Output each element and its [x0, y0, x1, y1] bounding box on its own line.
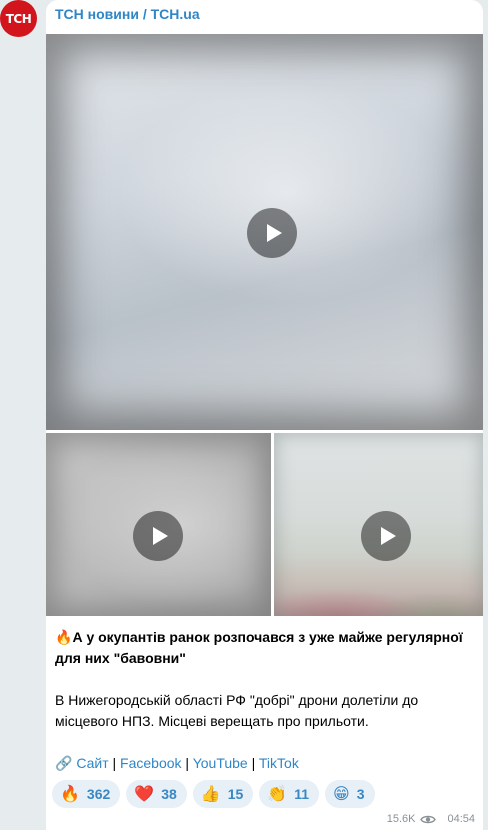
play-button[interactable] [247, 208, 297, 258]
reaction-fire[interactable]: 🔥 362 [52, 780, 121, 808]
post-headline-text: А у окупантів ранок розпочався з уже май… [55, 629, 463, 666]
link-separator: | [185, 755, 190, 771]
reactions-bar: 🔥 362 ❤️ 38 👍 15 👏 11 😁 3 [52, 780, 375, 808]
channel-name[interactable]: ТСН новини / TCH.ua [55, 6, 200, 22]
reaction-count: 11 [294, 786, 310, 802]
grin-icon: 😁 [333, 784, 350, 803]
fire-emoji-icon: 🔥 [55, 629, 73, 645]
video-thumbnail-left[interactable] [46, 433, 271, 616]
video-thumbnail-right[interactable] [274, 433, 483, 616]
fire-icon: 🔥 [60, 784, 80, 803]
channel-avatar[interactable]: TCH [0, 0, 37, 37]
eye-icon [420, 815, 437, 823]
heart-icon: ❤️ [134, 784, 155, 803]
clap-icon: 👏 [267, 784, 288, 803]
play-button[interactable] [361, 511, 411, 561]
message-bubble: ТСН новини / TCH.ua 🔥А у окупантів ранок… [46, 0, 483, 830]
reaction-clap[interactable]: 👏 11 [259, 780, 320, 808]
link-facebook[interactable]: Facebook [120, 755, 181, 771]
post-headline: 🔥А у окупантів ранок розпочався з уже ма… [55, 627, 470, 669]
reaction-count: 38 [161, 786, 177, 802]
reaction-count: 3 [356, 786, 365, 802]
link-tiktok[interactable]: TikTok [259, 755, 299, 771]
reaction-thumbs-up[interactable]: 👍 15 [192, 780, 254, 808]
post-time: 04:54 [447, 813, 475, 825]
reaction-heart[interactable]: ❤️ 38 [126, 780, 187, 808]
play-icon [267, 224, 282, 242]
link-separator: | [251, 755, 256, 771]
play-icon [153, 527, 168, 545]
reaction-grin[interactable]: 😁 3 [325, 780, 375, 808]
play-button[interactable] [133, 511, 183, 561]
link-youtube[interactable]: YouTube [193, 755, 248, 771]
message-meta: 15.6K 04:54 [387, 813, 475, 825]
view-count: 15.6K [386, 813, 416, 825]
link-site[interactable]: Сайт [76, 755, 108, 771]
play-icon [381, 527, 396, 545]
post-links: 🔗 Сайт | Facebook | YouTube | TikTok [55, 753, 470, 774]
thumbs-up-icon: 👍 [200, 784, 221, 803]
reaction-count: 15 [227, 786, 244, 802]
post-body: В Нижегородській області РФ "добрі" дрон… [55, 692, 419, 729]
reaction-count: 362 [86, 786, 111, 802]
video-thumbnail-main[interactable] [46, 34, 483, 430]
link-separator: | [112, 755, 117, 771]
link-icon: 🔗 [55, 755, 73, 771]
